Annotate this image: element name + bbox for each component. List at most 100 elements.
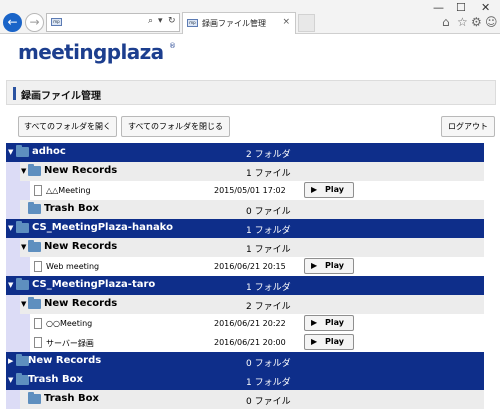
- tree-indent: [6, 314, 30, 333]
- expand-toggle-icon[interactable]: ▼: [21, 300, 26, 308]
- folder-row-trash-box[interactable]: Trash Box 0 ファイル: [6, 200, 484, 219]
- folder-name: CS_MeetingPlaza-taro: [32, 279, 156, 290]
- folder-row-new-records[interactable]: ▼ New Records 2 ファイル: [6, 295, 484, 314]
- close-tab-icon[interactable]: ×: [282, 17, 290, 27]
- folder-count: 2 ファイル: [246, 302, 291, 312]
- tree-indent: [6, 257, 30, 276]
- play-icon: ▶: [311, 185, 318, 194]
- settings-gear-icon[interactable]: ⚙: [471, 15, 482, 29]
- play-label: Play: [325, 337, 344, 346]
- folder-count: 1 フォルダ: [246, 226, 291, 236]
- tab-favicon-icon: mp: [187, 19, 198, 27]
- play-label: Play: [325, 318, 344, 327]
- play-icon: ▶: [311, 261, 318, 270]
- folder-count: 1 フォルダ: [246, 378, 291, 388]
- folder-icon: [16, 221, 29, 233]
- file-date: 2016/06/21 20:00: [214, 338, 286, 347]
- tree-indent: [6, 200, 20, 219]
- refresh-icon[interactable]: ↻: [168, 16, 176, 26]
- title-accent-bar: [13, 87, 16, 100]
- folder-row-new-records-root[interactable]: ▶ New Records 0 フォルダ: [6, 352, 484, 371]
- file-name[interactable]: △△Meeting: [46, 186, 91, 195]
- open-all-folders-button[interactable]: すべてのフォルダを開く: [18, 116, 117, 137]
- folder-name: New Records: [44, 298, 118, 309]
- expand-toggle-icon[interactable]: ▼: [8, 224, 13, 232]
- maximize-icon[interactable]: ☐: [456, 1, 466, 14]
- tree-indent: [6, 295, 20, 314]
- play-button[interactable]: ▶ Play: [304, 315, 354, 331]
- folder-count: 0 ファイル: [246, 207, 291, 217]
- file-row: サーバー録画 2016/06/21 20:00 ▶ Play: [6, 333, 484, 352]
- back-button[interactable]: ←: [3, 13, 22, 32]
- tree-indent: [6, 181, 30, 200]
- file-row: Web meeting 2016/06/21 20:15 ▶ Play: [6, 257, 484, 276]
- folder-name: Trash Box: [44, 393, 99, 404]
- file-row: △△Meeting 2015/05/01 17:02 ▶ Play: [6, 181, 484, 200]
- logout-button[interactable]: ログアウト: [441, 116, 495, 137]
- tree-indent: [6, 390, 20, 409]
- file-date: 2016/06/21 20:15: [214, 262, 286, 271]
- close-all-folders-button[interactable]: すべてのフォルダを閉じる: [121, 116, 230, 137]
- expand-toggle-icon[interactable]: ▼: [8, 376, 13, 384]
- favorites-star-icon[interactable]: ☆: [457, 15, 468, 29]
- folder-icon: [28, 297, 41, 309]
- page-title: 録画ファイル管理: [21, 91, 101, 102]
- forward-button[interactable]: →: [25, 13, 44, 32]
- address-bar[interactable]: mp ⌕ ▾ ↻: [46, 13, 180, 32]
- new-tab-button[interactable]: [298, 14, 315, 32]
- browser-toolbar: — ☐ ✕ ← → mp ⌕ ▾ ↻ mp 録画ファイル管理 × ⌂ ☆ ⚙ ☺: [0, 0, 500, 34]
- file-name[interactable]: Web meeting: [46, 262, 99, 271]
- page-title-bar: 録画ファイル管理: [6, 80, 496, 105]
- play-label: Play: [325, 261, 344, 270]
- folder-count: 1 フォルダ: [246, 283, 291, 293]
- folder-row-adhoc[interactable]: ▼ adhoc 2 フォルダ: [6, 143, 484, 162]
- file-name[interactable]: サーバー録画: [46, 338, 94, 349]
- folder-icon: [28, 164, 41, 176]
- expand-toggle-icon[interactable]: ▼: [8, 281, 13, 289]
- file-date: 2016/06/21 20:22: [214, 319, 286, 328]
- expand-toggle-icon[interactable]: ▼: [8, 148, 13, 156]
- search-icon[interactable]: ⌕: [148, 16, 153, 26]
- folder-count: 1 ファイル: [246, 169, 291, 179]
- play-icon: ▶: [311, 337, 318, 346]
- expand-toggle-icon[interactable]: ▼: [21, 243, 26, 251]
- folder-row-trash-box[interactable]: Trash Box 0 ファイル: [6, 390, 484, 409]
- home-icon[interactable]: ⌂: [442, 15, 450, 29]
- file-row: ○○Meeting 2016/06/21 20:22 ▶ Play: [6, 314, 484, 333]
- folder-row-new-records[interactable]: ▼ New Records 1 ファイル: [6, 162, 484, 181]
- file-date: 2015/05/01 17:02: [214, 186, 286, 195]
- play-button[interactable]: ▶ Play: [304, 258, 354, 274]
- folder-icon: [16, 145, 29, 157]
- tab-title: 録画ファイル管理: [202, 19, 266, 28]
- folder-row-taro[interactable]: ▼ CS_MeetingPlaza-taro 1 フォルダ: [6, 276, 484, 295]
- folder-count: 2 フォルダ: [246, 150, 291, 160]
- logo-text: meetingplaza: [18, 40, 164, 64]
- recording-folder-tree: ▼ adhoc 2 フォルダ ▼ New Records 1 ファイル △△Me…: [6, 143, 484, 409]
- feedback-smile-icon[interactable]: ☺: [485, 15, 498, 29]
- folder-row-new-records[interactable]: ▼ New Records 1 ファイル: [6, 238, 484, 257]
- play-label: Play: [325, 185, 344, 194]
- minimize-icon[interactable]: —: [433, 1, 444, 14]
- folder-count: 1 ファイル: [246, 245, 291, 255]
- tree-indent: [6, 162, 20, 181]
- play-button[interactable]: ▶ Play: [304, 334, 354, 350]
- collapse-toggle-icon[interactable]: ▶: [8, 357, 13, 365]
- folder-icon: [28, 240, 41, 252]
- folder-row-hanako[interactable]: ▼ CS_MeetingPlaza-hanako 1 フォルダ: [6, 219, 484, 238]
- folder-row-trash-box-root[interactable]: ▼ Trash Box 1 フォルダ: [6, 371, 484, 390]
- tab-recording-management[interactable]: mp 録画ファイル管理 ×: [182, 12, 296, 34]
- file-name[interactable]: ○○Meeting: [46, 319, 92, 328]
- folder-icon: [28, 392, 41, 404]
- folder-count: 0 フォルダ: [246, 359, 291, 369]
- expand-toggle-icon[interactable]: ▼: [21, 167, 26, 175]
- folder-icon: [28, 202, 41, 214]
- close-window-icon[interactable]: ✕: [481, 1, 490, 14]
- logo-registered-mark: ®: [169, 42, 176, 50]
- file-icon: [34, 261, 42, 272]
- chevron-down-icon[interactable]: ▾: [158, 16, 163, 26]
- file-icon: [34, 318, 42, 329]
- folder-name: adhoc: [32, 146, 66, 157]
- folder-name: New Records: [44, 241, 118, 252]
- play-button[interactable]: ▶ Play: [304, 182, 354, 198]
- folder-name: New Records: [44, 165, 118, 176]
